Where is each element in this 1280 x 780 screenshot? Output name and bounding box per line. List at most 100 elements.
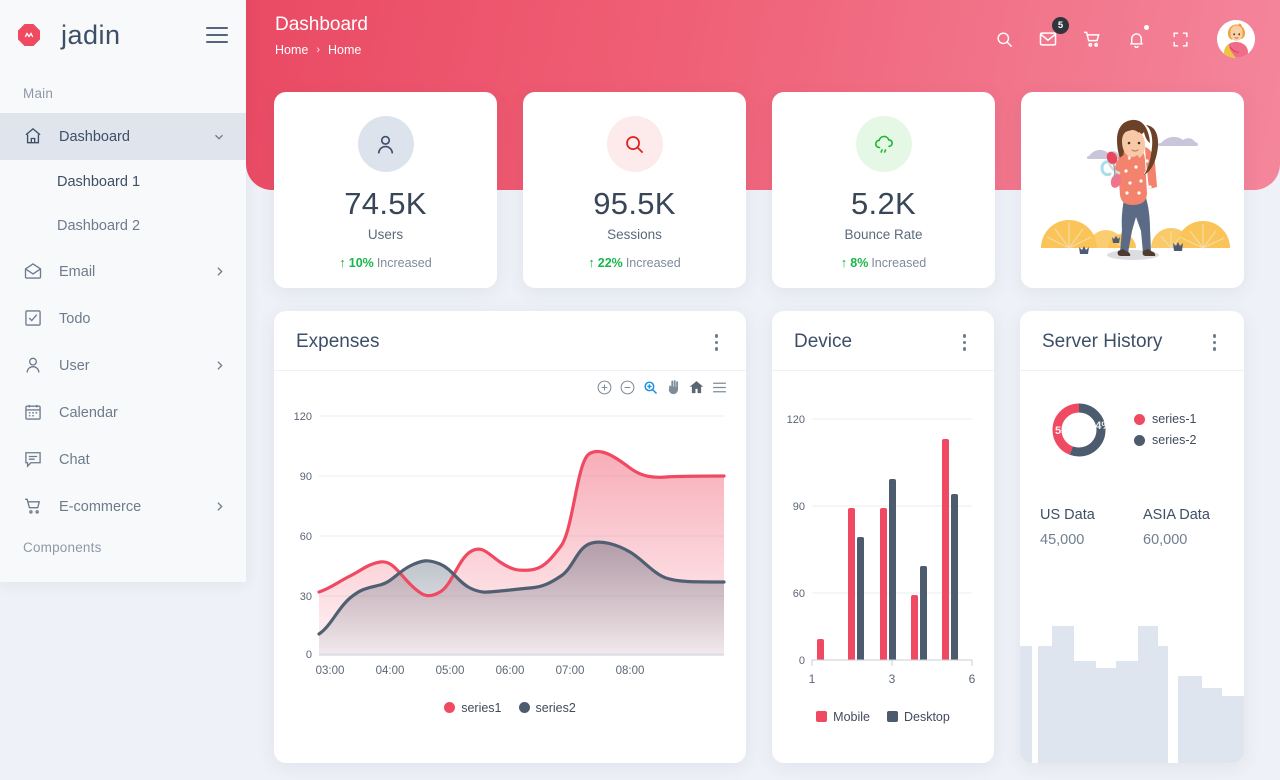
stat-delta-value: 10% (348, 255, 374, 270)
device-header: Device (772, 311, 994, 371)
svg-text:60: 60 (793, 588, 805, 600)
hamburger-icon[interactable] (206, 27, 228, 43)
stat-card-bounce-rate[interactable]: 5.2K Bounce Rate ↑ 8% Increased (772, 92, 995, 288)
svg-text:60: 60 (300, 531, 312, 543)
menu-icon[interactable] (711, 379, 728, 396)
selection-zoom-icon[interactable] (642, 379, 659, 396)
sidebar-item-label: Todo (59, 310, 91, 327)
us-data-stat: US Data 45,000 (1040, 507, 1121, 548)
asia-data-stat: ASIA Data 60,000 (1143, 507, 1224, 548)
stat-label: Sessions (607, 227, 662, 242)
dashboard-page: Dashboard Home › Home 5 jadin Main Dashb… (0, 0, 1280, 780)
donut-label-series1: 44.4% (1080, 420, 1111, 432)
expenses-header: Expenses (274, 311, 746, 371)
svg-text:90: 90 (300, 471, 312, 483)
user-icon (23, 355, 45, 377)
rain-cloud-icon (855, 116, 912, 172)
more-options-icon[interactable] (709, 331, 725, 354)
stats-row: 74.5K Users ↑ 10% Increased 95.5K Sessio… (274, 92, 1252, 288)
svg-text:3: 3 (889, 672, 896, 686)
server-history-header: Server History (1020, 311, 1244, 371)
sidebar-item-calendar[interactable]: Calendar (0, 389, 246, 436)
device-panel: Device 120 90 60 30 0 (772, 311, 994, 766)
us-data-label: US Data (1040, 506, 1095, 523)
sidebar-item-label: Email (59, 263, 96, 280)
legend-dot-icon (444, 702, 456, 713)
panel-title: Device (794, 331, 853, 353)
stat-label: Bounce Rate (844, 227, 923, 242)
sidebar-item-label: User (59, 357, 90, 374)
server-history-panel: Server History 55.6% 44.4% series-1 seri… (1020, 311, 1244, 763)
sidebar-item-user[interactable]: User (0, 342, 246, 389)
asia-data-value: 60,000 (1143, 531, 1188, 548)
legend-item-series1[interactable]: series1 (444, 700, 502, 715)
more-options-icon[interactable] (1207, 331, 1223, 354)
stat-card-sessions[interactable]: 95.5K Sessions ↑ 22% Increased (523, 92, 746, 288)
svg-text:08:00: 08:00 (616, 665, 645, 677)
svg-text:90: 90 (793, 501, 805, 513)
stat-delta-text: Increased (376, 255, 432, 270)
charts-row: Expenses 120 90 60 30 0 03:00 04:00 05:0… (274, 311, 1252, 766)
arrow-up-icon: ↑ (588, 255, 595, 270)
chevron-down-icon (212, 130, 226, 144)
stat-delta-value: 8% (850, 255, 869, 270)
donut-area: 55.6% 44.4% series-1 series-2 (1020, 371, 1244, 467)
arrow-up-icon: ↑ (840, 255, 848, 270)
legend-item-series-1[interactable]: series-1 (1134, 412, 1196, 426)
sidebar-item-dashboard-1[interactable]: Dashboard 1 (0, 160, 246, 204)
sidebar-item-ecommerce[interactable]: E-commerce (0, 483, 246, 530)
brand-name: jadin (61, 19, 121, 50)
legend-dot-icon (518, 702, 530, 713)
expenses-legend: series1 series2 (274, 701, 746, 715)
sidebar-item-chat[interactable]: Chat (0, 436, 246, 483)
legend-dot-icon (1134, 413, 1145, 425)
device-legend: Mobile Desktop (772, 710, 994, 724)
brand: jadin (0, 0, 246, 70)
search-icon (606, 116, 663, 172)
sidebar-item-label: Dashboard (59, 128, 130, 145)
sidebar-item-todo[interactable]: Todo (0, 295, 246, 342)
svg-text:120: 120 (787, 414, 805, 426)
sidebar-item-dashboard-2[interactable]: Dashboard 2 (0, 204, 246, 248)
legend-item-desktop[interactable]: Desktop (886, 709, 950, 724)
svg-text:0: 0 (306, 649, 312, 661)
legend-label: series1 (461, 700, 502, 715)
sidebar-subitem-label: Dashboard 1 (57, 174, 141, 190)
svg-text:04:00: 04:00 (376, 665, 405, 677)
reset-icon[interactable] (688, 379, 705, 396)
pan-icon[interactable] (665, 379, 682, 396)
stat-delta: ↑ 8% Increased (841, 255, 926, 270)
legend-item-series2[interactable]: series2 (518, 701, 576, 715)
expenses-area-chart: 120 90 60 30 0 03:00 04:00 05:00 06:00 0… (294, 411, 726, 677)
sidebar: jadin Main Dashboard Dashboard 1 Dashboa… (0, 0, 246, 582)
stat-value: 74.5K (344, 186, 427, 221)
mail-icon (23, 261, 45, 283)
stat-card-users[interactable]: 74.5K Users ↑ 10% Increased (274, 92, 497, 288)
zoom-out-icon[interactable] (619, 379, 636, 396)
skyline-decoration (1020, 626, 1244, 763)
more-options-icon[interactable] (957, 331, 973, 354)
chart-toolbar (274, 371, 746, 396)
legend-item-series-2[interactable]: series-2 (1134, 433, 1196, 447)
svg-text:07:00: 07:00 (556, 665, 585, 677)
legend-label: Mobile (833, 709, 870, 724)
home-icon (23, 126, 45, 148)
legend-item-mobile[interactable]: Mobile (816, 710, 870, 724)
zoom-in-icon[interactable] (596, 379, 613, 396)
sidebar-item-dashboard[interactable]: Dashboard (0, 113, 246, 160)
stat-delta-text: Increased (871, 255, 927, 270)
user-icon (357, 116, 414, 172)
chat-icon (23, 449, 45, 471)
svg-text:03:00: 03:00 (316, 665, 345, 677)
stat-delta: ↑ 10% Increased (339, 255, 431, 270)
legend-label: series-1 (1152, 412, 1197, 426)
stat-delta-value: 22% (597, 255, 623, 270)
stat-label: Users (367, 227, 404, 242)
sidebar-item-email[interactable]: Email (0, 248, 246, 295)
legend-label: Desktop (903, 709, 950, 724)
expenses-panel: Expenses 120 90 60 30 0 03:00 04:00 05:0… (274, 311, 746, 763)
legend-square-icon (816, 711, 828, 722)
calendar-icon (23, 402, 45, 424)
main-content: 74.5K Users ↑ 10% Increased 95.5K Sessio… (246, 0, 1280, 780)
server-stats: US Data 45,000 ASIA Data 60,000 (1020, 507, 1244, 548)
